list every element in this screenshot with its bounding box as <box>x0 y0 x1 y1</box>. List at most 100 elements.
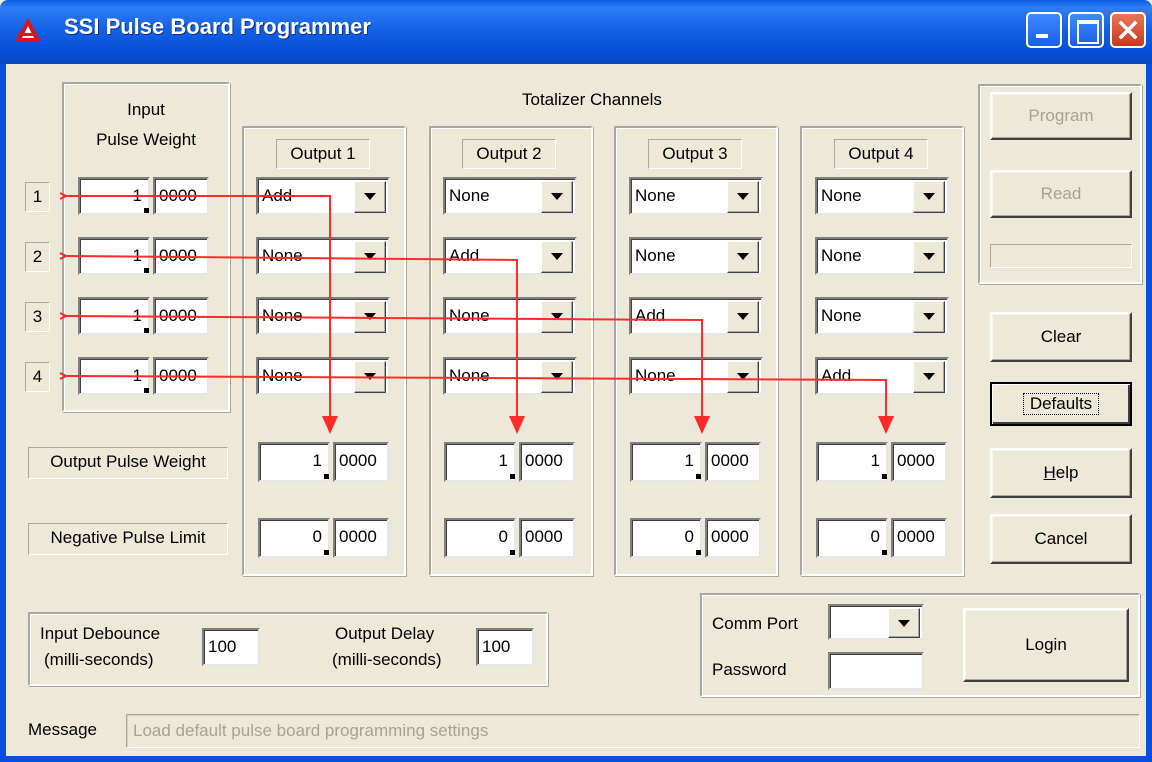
output-2-mode-row-1[interactable]: None <box>443 177 577 215</box>
combo-value: None <box>635 186 676 205</box>
output-3-mode-row-1[interactable]: None <box>629 177 763 215</box>
output-3-negative-limit-integer[interactable]: 0 <box>630 518 702 558</box>
chevron-down-icon[interactable] <box>888 608 920 638</box>
output-3-negative-limit-fraction[interactable]: 0000 <box>705 518 761 558</box>
output-2-mode-row-3[interactable]: None <box>443 297 577 335</box>
output-delay-field[interactable]: 100 <box>476 628 534 666</box>
decimal-point <box>882 474 887 479</box>
input-number-1: 1 <box>25 182 50 212</box>
input-3-integer-field[interactable]: 1 <box>78 297 150 335</box>
comm-port-select[interactable] <box>828 604 924 640</box>
minimize-button[interactable] <box>1026 12 1062 48</box>
chevron-down-icon[interactable] <box>913 241 945 273</box>
close-icon <box>1118 20 1138 40</box>
decimal-point <box>696 550 701 555</box>
output-pulse-weight-label: Output Pulse Weight <box>28 447 228 479</box>
output-4-negative-limit-integer[interactable]: 0 <box>816 518 888 558</box>
combo-value: None <box>262 246 303 265</box>
chevron-down-icon[interactable] <box>913 301 945 333</box>
decimal-point <box>510 550 515 555</box>
password-field[interactable] <box>828 652 924 690</box>
chevron-down-icon[interactable] <box>354 181 386 213</box>
input-4-integer-field[interactable]: 1 <box>78 357 150 395</box>
cancel-button[interactable]: Cancel <box>990 514 1132 564</box>
output-4-mode-row-4[interactable]: Add <box>815 357 949 395</box>
chevron-down-icon[interactable] <box>727 241 759 273</box>
output-1-mode-row-1[interactable]: Add <box>256 177 390 215</box>
output-1-mode-row-3[interactable]: None <box>256 297 390 335</box>
output-3-label: Output 3 <box>648 139 742 169</box>
maximize-button[interactable] <box>1068 12 1104 48</box>
output-1-label: Output 1 <box>276 139 370 169</box>
login-button[interactable]: Login <box>963 608 1129 682</box>
combo-value: None <box>262 366 303 385</box>
chevron-down-icon[interactable] <box>354 241 386 273</box>
read-button[interactable]: Read <box>990 170 1132 218</box>
combo-value: Add <box>449 246 480 265</box>
ssi-logo-icon <box>15 18 41 42</box>
combo-value: Add <box>262 186 293 205</box>
output-4-pulse-weight-integer[interactable]: 1 <box>816 442 888 482</box>
output-3-pulse-weight-integer[interactable]: 1 <box>630 442 702 482</box>
chevron-down-icon[interactable] <box>354 361 386 393</box>
output-4-mode-row-1[interactable]: None <box>815 177 949 215</box>
output-4-pulse-weight-fraction[interactable]: 0000 <box>891 442 947 482</box>
chevron-down-icon[interactable] <box>354 301 386 333</box>
decimal-point <box>324 550 329 555</box>
chevron-down-icon[interactable] <box>541 361 573 393</box>
chevron-down-icon[interactable] <box>913 361 945 393</box>
output-1-mode-row-2[interactable]: None <box>256 237 390 275</box>
output-2-pulse-weight-integer[interactable]: 1 <box>444 442 516 482</box>
minimize-icon <box>1036 34 1048 38</box>
output-2-mode-row-2[interactable]: Add <box>443 237 577 275</box>
combo-value: None <box>635 366 676 385</box>
combo-value: Add <box>821 366 852 385</box>
output-2-negative-limit-fraction[interactable]: 0000 <box>519 518 575 558</box>
message-label: Message <box>28 720 97 739</box>
output-4-mode-row-2[interactable]: None <box>815 237 949 275</box>
help-button[interactable]: Help <box>990 448 1132 498</box>
input-number-3: 3 <box>25 302 50 332</box>
output-3-mode-row-4[interactable]: None <box>629 357 763 395</box>
output-3-pulse-weight-fraction[interactable]: 0000 <box>705 442 761 482</box>
clear-button[interactable]: Clear <box>990 312 1132 362</box>
input-2-integer-field[interactable]: 1 <box>78 237 150 275</box>
input-2-fraction-field[interactable]: 0000 <box>153 237 209 275</box>
input-group-label-line1: Input <box>127 100 165 119</box>
input-1-fraction-field[interactable]: 0000 <box>153 177 209 215</box>
output-1-negative-limit-integer[interactable]: 0 <box>258 518 330 558</box>
chevron-down-icon[interactable] <box>541 241 573 273</box>
output-1-pulse-weight-integer[interactable]: 1 <box>258 442 330 482</box>
decimal-point <box>144 388 149 393</box>
output-2-mode-row-4[interactable]: None <box>443 357 577 395</box>
input-number-4: 4 <box>25 362 50 392</box>
chevron-down-icon[interactable] <box>913 181 945 213</box>
input-4-fraction-field[interactable]: 0000 <box>153 357 209 395</box>
chevron-down-icon[interactable] <box>727 301 759 333</box>
input-1-integer-field[interactable]: 1 <box>78 177 150 215</box>
combo-value: Add <box>635 306 666 325</box>
chevron-down-icon[interactable] <box>727 181 759 213</box>
chevron-down-icon[interactable] <box>541 181 573 213</box>
chevron-down-icon[interactable] <box>727 361 759 393</box>
chevron-down-icon[interactable] <box>541 301 573 333</box>
decimal-point <box>882 550 887 555</box>
output-4-mode-row-3[interactable]: None <box>815 297 949 335</box>
output-2-pulse-weight-fraction[interactable]: 0000 <box>519 442 575 482</box>
output-3-mode-row-2[interactable]: None <box>629 237 763 275</box>
decimal-point <box>510 474 515 479</box>
output-1-mode-row-4[interactable]: None <box>256 357 390 395</box>
close-button[interactable] <box>1110 12 1146 48</box>
output-2-negative-limit-integer[interactable]: 0 <box>444 518 516 558</box>
program-button[interactable]: Program <box>990 92 1132 140</box>
output-1-negative-limit-fraction[interactable]: 0000 <box>333 518 389 558</box>
input-3-fraction-field[interactable]: 0000 <box>153 297 209 335</box>
combo-value: None <box>821 306 862 325</box>
output-4-negative-limit-fraction[interactable]: 0000 <box>891 518 947 558</box>
defaults-button[interactable]: Defaults <box>990 382 1132 426</box>
combo-value: None <box>821 186 862 205</box>
output-delay-label: Output Delay <box>335 624 435 643</box>
output-1-pulse-weight-fraction[interactable]: 0000 <box>333 442 389 482</box>
input-debounce-field[interactable]: 100 <box>202 628 260 666</box>
output-3-mode-row-3[interactable]: Add <box>629 297 763 335</box>
